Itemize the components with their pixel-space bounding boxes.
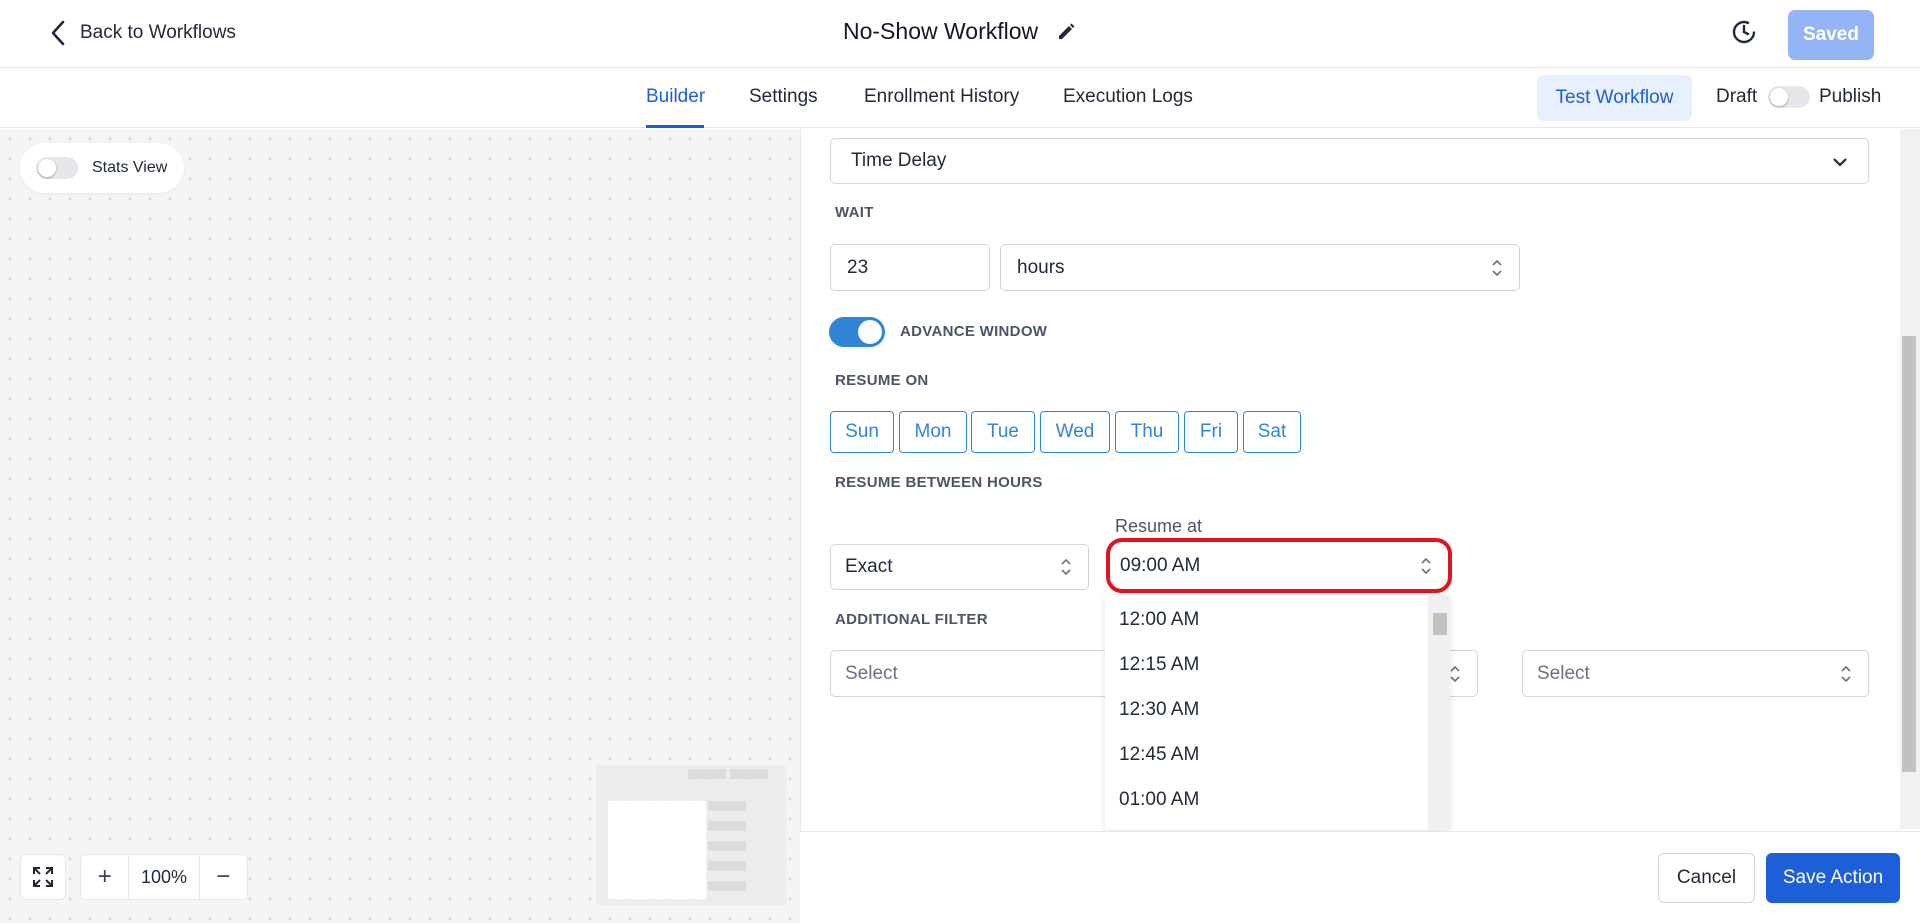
history-icon[interactable]: [1730, 18, 1758, 46]
day-mon-button[interactable]: Mon: [899, 411, 967, 453]
action-type-select[interactable]: Time Delay: [830, 138, 1869, 184]
time-option[interactable]: 12:15 AM: [1119, 654, 1199, 676]
tab-settings[interactable]: Settings: [749, 86, 818, 108]
zoom-controls: + 100% −: [80, 854, 248, 900]
cancel-button[interactable]: Cancel: [1658, 853, 1755, 903]
resume-mode-value: Exact: [845, 556, 893, 577]
stats-view-toggle-group[interactable]: Stats View: [20, 143, 184, 193]
tab-enrollment-history[interactable]: Enrollment History: [864, 86, 1019, 108]
resume-at-label: Resume at: [1115, 516, 1203, 536]
active-tab-indicator: [646, 125, 704, 128]
publish-toggle[interactable]: [1768, 86, 1810, 108]
select-arrows-icon: [1841, 665, 1851, 682]
page-title: No-Show Workflow: [843, 18, 1039, 44]
tab-execution-logs[interactable]: Execution Logs: [1063, 86, 1193, 108]
day-tue-button[interactable]: Tue: [971, 411, 1035, 453]
day-thu-button[interactable]: Thu: [1115, 411, 1179, 453]
filter-value-placeholder: Select: [1537, 662, 1590, 684]
back-label: Back to Workflows: [80, 22, 236, 43]
resume-on-label: RESUME ON: [835, 372, 929, 389]
back-to-workflows-link[interactable]: Back to Workflows: [48, 18, 236, 48]
day-sat-button[interactable]: Sat: [1243, 411, 1301, 453]
filter-value-select[interactable]: Select: [1522, 650, 1869, 697]
day-sun-button[interactable]: Sun: [830, 411, 894, 453]
wait-unit-select[interactable]: hours: [1000, 244, 1520, 291]
saved-button[interactable]: Saved: [1788, 10, 1874, 60]
save-action-button[interactable]: Save Action: [1766, 853, 1900, 903]
minimap-viewport: [608, 801, 706, 899]
top-bar: Back to Workflows No-Show Workflow Saved: [0, 0, 1920, 68]
select-arrows-icon: [1492, 259, 1502, 276]
minimap[interactable]: [596, 765, 786, 905]
time-option[interactable]: 12:30 AM: [1119, 699, 1199, 721]
workflow-canvas[interactable]: Stats View + 100% −: [0, 129, 800, 923]
chevron-down-icon: [1833, 158, 1847, 167]
tab-builder[interactable]: Builder: [646, 86, 705, 108]
resume-between-hours-label: RESUME BETWEEN HOURS: [835, 474, 1043, 491]
wait-amount-value: 23: [847, 256, 869, 278]
test-workflow-button[interactable]: Test Workflow: [1537, 75, 1692, 121]
workflow-title-group: No-Show Workflow: [843, 18, 1076, 45]
stats-view-label: Stats View: [92, 159, 168, 176]
select-arrows-icon: [1450, 665, 1460, 682]
panel-scroll-thumb[interactable]: [1902, 336, 1916, 772]
tab-bar: Builder Settings Enrollment History Exec…: [0, 68, 1920, 128]
action-type-value: Time Delay: [851, 150, 947, 171]
zoom-in-button[interactable]: +: [81, 855, 128, 899]
day-fri-button[interactable]: Fri: [1184, 411, 1238, 453]
advance-window-toggle[interactable]: [829, 317, 885, 347]
advance-window-label: ADVANCE WINDOW: [900, 323, 1048, 340]
time-option[interactable]: 01:00 AM: [1119, 789, 1199, 811]
fit-view-button[interactable]: [20, 854, 66, 900]
publish-label: Publish: [1819, 86, 1882, 107]
zoom-out-button[interactable]: −: [200, 855, 247, 899]
expand-icon: [33, 867, 53, 887]
draft-label: Draft: [1716, 86, 1758, 107]
time-option[interactable]: 12:00 AM: [1119, 609, 1199, 631]
resume-mode-select[interactable]: Exact: [830, 544, 1089, 590]
wait-label: WAIT: [835, 204, 874, 221]
stats-view-toggle[interactable]: [36, 157, 78, 179]
day-wed-button[interactable]: Wed: [1040, 411, 1110, 453]
time-option[interactable]: 12:45 AM: [1119, 744, 1199, 766]
pencil-icon[interactable]: [1056, 22, 1076, 42]
zoom-level: 100%: [128, 855, 200, 899]
additional-filter-label: ADDITIONAL FILTER: [835, 611, 988, 628]
wait-amount-input[interactable]: 23: [830, 244, 990, 291]
dropdown-scroll-thumb[interactable]: [1433, 613, 1447, 635]
highlight-outline: [1106, 538, 1452, 593]
select-arrows-icon: [1061, 558, 1071, 576]
filter-field-placeholder: Select: [845, 662, 898, 684]
wait-unit-value: hours: [1017, 256, 1065, 278]
time-dropdown: 12:00 AM 12:15 AM 12:30 AM 12:45 AM 01:0…: [1105, 595, 1450, 830]
chevron-left-icon: [51, 20, 65, 46]
